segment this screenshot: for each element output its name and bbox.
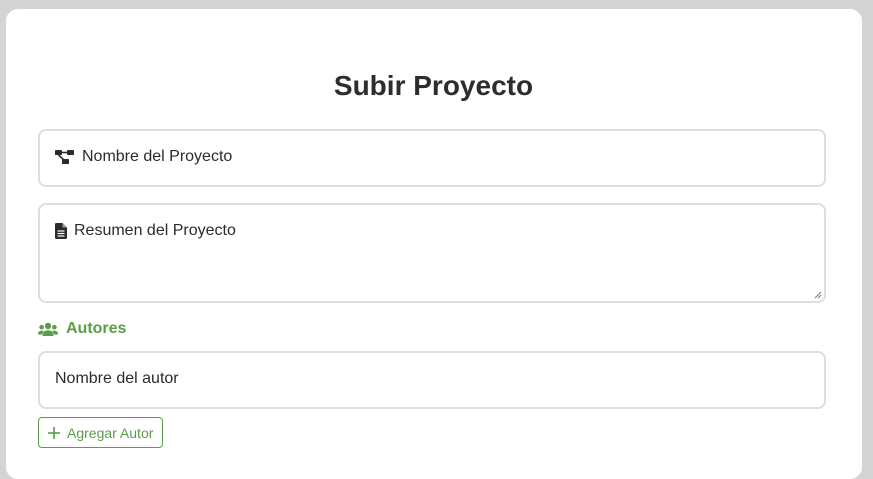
authors-section-header: Autores	[38, 320, 126, 338]
project-summary-placeholder: Resumen del Proyecto	[74, 222, 236, 239]
file-text-icon	[55, 223, 67, 239]
add-author-button[interactable]: Agregar Autor	[38, 417, 163, 448]
plus-icon	[48, 424, 60, 442]
project-name-field[interactable]: Nombre del Proyecto	[38, 129, 826, 187]
project-name-placeholder: Nombre del Proyecto	[82, 148, 233, 165]
project-diagram-icon	[55, 150, 75, 164]
author-name-placeholder: Nombre del autor	[55, 370, 179, 387]
page-title: Subir Proyecto	[333, 70, 534, 101]
project-summary-textarea[interactable]: Resumen del Proyecto	[38, 203, 826, 303]
add-author-label: Agregar Autor	[67, 424, 154, 441]
authors-label: Autores	[66, 320, 127, 337]
author-name-input[interactable]: Nombre del autor	[38, 351, 826, 409]
resize-handle-icon[interactable]	[814, 291, 822, 299]
users-icon	[38, 322, 58, 337]
